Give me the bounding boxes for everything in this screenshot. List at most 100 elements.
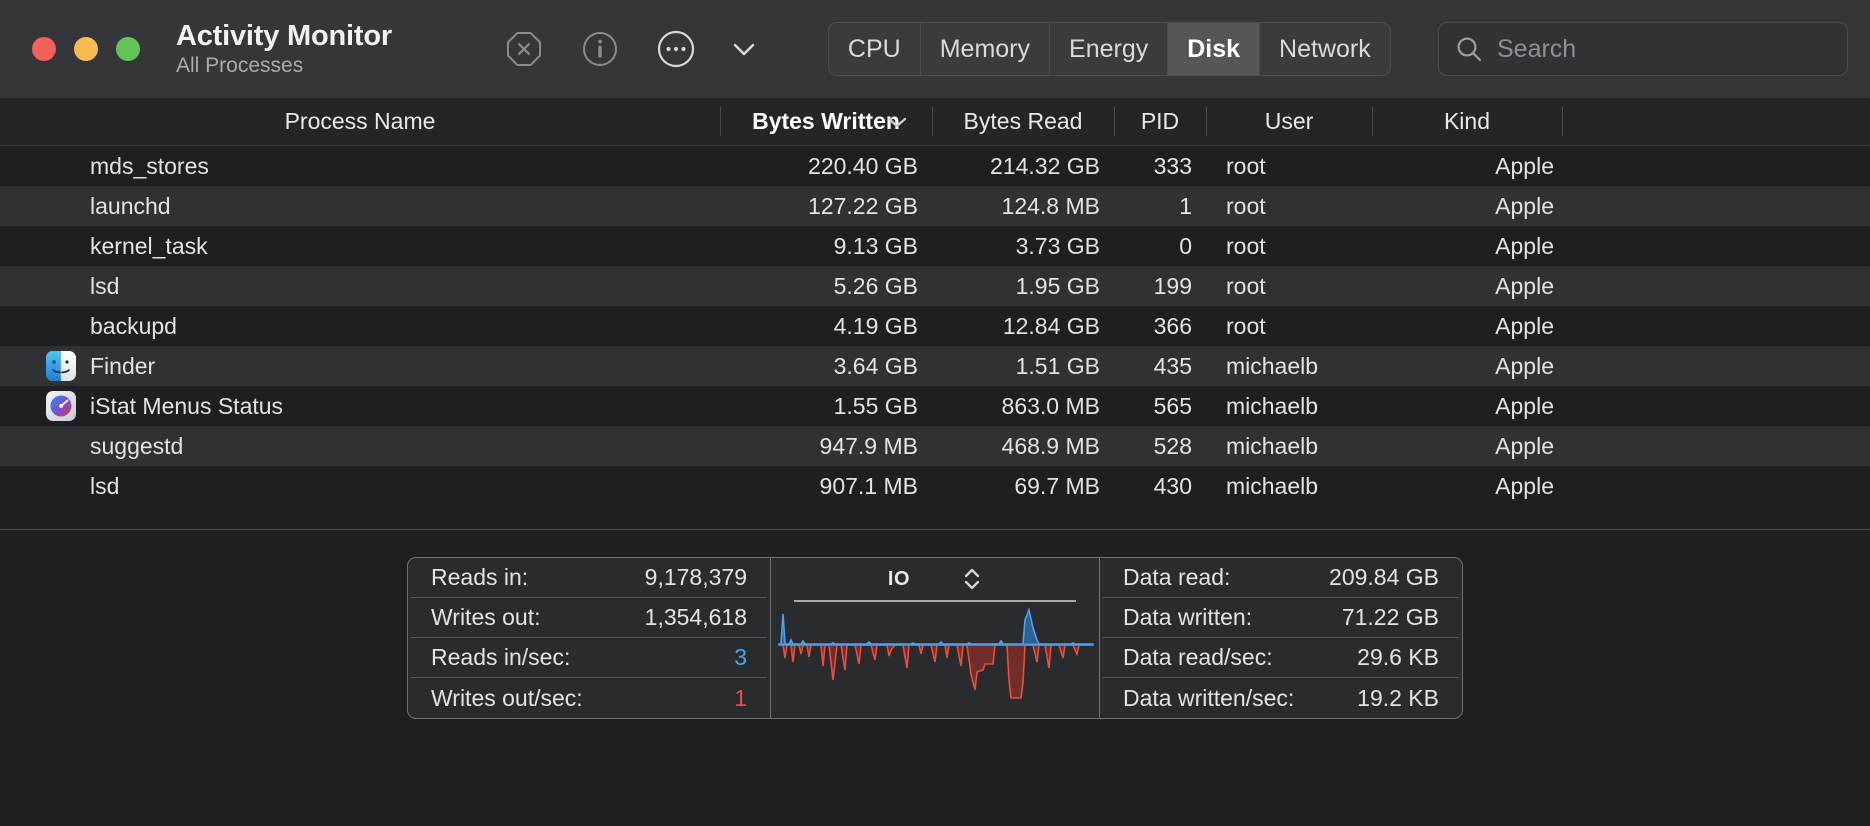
table-row[interactable]: suggestd 947.9 MB 468.9 MB 528 michaelb …: [0, 426, 1870, 466]
bytes-read-value: 863.0 MB: [932, 386, 1114, 426]
activity-monitor-window: Activity Monitor All Processes: [0, 0, 1870, 826]
process-name: lsd: [90, 273, 119, 300]
stat-value: 1: [734, 685, 747, 712]
more-options-icon: [656, 29, 696, 69]
stat-label: Reads in:: [431, 564, 645, 591]
stat-data-read-per-sec: Data read/sec: 29.6 KB: [1103, 638, 1459, 678]
row-process-name-cell: lsd: [0, 266, 720, 306]
process-icon-placeholder: [46, 231, 76, 261]
view-tab-group: CPU Memory Energy Disk Network: [828, 22, 1391, 76]
io-read-series: [779, 610, 1093, 645]
bytes-read-value: 69.7 MB: [932, 466, 1114, 506]
summary-panels: Reads in: 9,178,379 Writes out: 1,354,61…: [407, 557, 1463, 719]
table-row[interactable]: lsd 5.26 GB 1.95 GB 199 root Apple: [0, 266, 1870, 306]
more-options-dropdown-button[interactable]: [706, 19, 782, 79]
search-icon: [1455, 35, 1483, 63]
row-process-name-cell: suggestd: [0, 426, 720, 466]
user-value: root: [1206, 266, 1372, 306]
io-graph-mode-selector[interactable]: [962, 565, 982, 593]
kind-value: Apple: [1372, 426, 1562, 466]
table-row[interactable]: lsd 907.1 MB 69.7 MB 430 michaelb Apple: [0, 466, 1870, 506]
stat-value: 71.22 GB: [1342, 604, 1439, 631]
row-process-name-cell: Finder: [0, 346, 720, 386]
process-icon-placeholder: [46, 311, 76, 341]
pid-value: 435: [1114, 346, 1206, 386]
pid-value: 366: [1114, 306, 1206, 346]
user-value: root: [1206, 226, 1372, 266]
column-header-pid[interactable]: PID: [1114, 98, 1206, 145]
kind-value: Apple: [1372, 146, 1562, 186]
stat-value: 209.84 GB: [1329, 564, 1439, 591]
user-value: root: [1206, 306, 1372, 346]
table-row[interactable]: mds_stores 220.40 GB 214.32 GB 333 root …: [0, 146, 1870, 186]
io-graph-canvas: [771, 602, 1099, 718]
search-field[interactable]: Search: [1438, 22, 1848, 76]
kind-value: Apple: [1372, 226, 1562, 266]
kind-value: Apple: [1372, 266, 1562, 306]
table-row[interactable]: kernel_task 9.13 GB 3.73 GB 0 root Apple: [0, 226, 1870, 266]
process-name: launchd: [90, 193, 171, 220]
bytes-read-value: 468.9 MB: [932, 426, 1114, 466]
io-graph-header: IO: [771, 558, 1099, 600]
row-process-name-cell: launchd: [0, 186, 720, 226]
pid-value: 0: [1114, 226, 1206, 266]
row-spacer: [1562, 386, 1870, 426]
column-header-kind[interactable]: Kind: [1372, 98, 1562, 145]
row-spacer: [1562, 186, 1870, 226]
more-options-button[interactable]: [638, 19, 714, 79]
istat-menus-app-icon: [46, 391, 76, 421]
io-graph-title: IO: [888, 568, 910, 591]
pid-value: 565: [1114, 386, 1206, 426]
process-icon-placeholder: [46, 471, 76, 501]
tab-cpu[interactable]: CPU: [829, 23, 921, 75]
row-process-name-cell: backupd: [0, 306, 720, 346]
tab-energy[interactable]: Energy: [1050, 23, 1168, 75]
column-header-user[interactable]: User: [1206, 98, 1372, 145]
kind-value: Apple: [1372, 466, 1562, 506]
inspect-process-button[interactable]: [562, 19, 638, 79]
close-window-button[interactable]: [32, 37, 56, 61]
user-value: michaelb: [1206, 426, 1372, 466]
tab-disk[interactable]: Disk: [1168, 23, 1260, 75]
row-spacer: [1562, 346, 1870, 386]
table-row[interactable]: iStat Menus Status 1.55 GB 863.0 MB 565 …: [0, 386, 1870, 426]
bytes-written-value: 3.64 GB: [720, 346, 932, 386]
table-row[interactable]: launchd 127.22 GB 124.8 MB 1 root Apple: [0, 186, 1870, 226]
stat-label: Reads in/sec:: [431, 644, 734, 671]
stat-data-written-per-sec: Data written/sec: 19.2 KB: [1103, 678, 1459, 718]
stat-label: Writes out:: [431, 604, 645, 631]
io-graph-box: IO: [770, 557, 1100, 719]
search-placeholder: Search: [1497, 35, 1576, 64]
process-name: lsd: [90, 473, 119, 500]
pid-value: 1: [1114, 186, 1206, 226]
tab-memory[interactable]: Memory: [921, 23, 1050, 75]
stop-process-button[interactable]: [486, 19, 562, 79]
row-spacer: [1562, 146, 1870, 186]
toolbar-actions: [486, 19, 782, 79]
kind-value: Apple: [1372, 186, 1562, 226]
disk-summary-panel: Reads in: 9,178,379 Writes out: 1,354,61…: [0, 529, 1870, 826]
row-process-name-cell: lsd: [0, 466, 720, 506]
user-value: root: [1206, 186, 1372, 226]
minimize-window-button[interactable]: [74, 37, 98, 61]
process-name: Finder: [90, 353, 155, 380]
tab-network[interactable]: Network: [1260, 23, 1390, 75]
pid-value: 430: [1114, 466, 1206, 506]
table-row[interactable]: backupd 4.19 GB 12.84 GB 366 root Apple: [0, 306, 1870, 346]
stat-label: Data read/sec:: [1123, 644, 1357, 671]
process-table-body: mds_stores 220.40 GB 214.32 GB 333 root …: [0, 146, 1870, 529]
bytes-read-value: 214.32 GB: [932, 146, 1114, 186]
column-header-bytes-written[interactable]: Bytes Written: [720, 98, 932, 145]
column-header-bytes-read[interactable]: Bytes Read: [932, 98, 1114, 145]
user-value: root: [1206, 146, 1372, 186]
bytes-written-value: 9.13 GB: [720, 226, 932, 266]
app-title: Activity Monitor: [176, 20, 392, 52]
bytes-written-value: 1.55 GB: [720, 386, 932, 426]
bytes-read-value: 124.8 MB: [932, 186, 1114, 226]
row-spacer: [1562, 306, 1870, 346]
zoom-window-button[interactable]: [116, 37, 140, 61]
column-header-process-name[interactable]: Process Name: [0, 98, 720, 145]
io-write-series: [779, 645, 1093, 698]
stat-label: Writes out/sec:: [431, 685, 734, 712]
table-row[interactable]: Finder 3.64 GB 1.51 GB 435 michaelb Appl…: [0, 346, 1870, 386]
